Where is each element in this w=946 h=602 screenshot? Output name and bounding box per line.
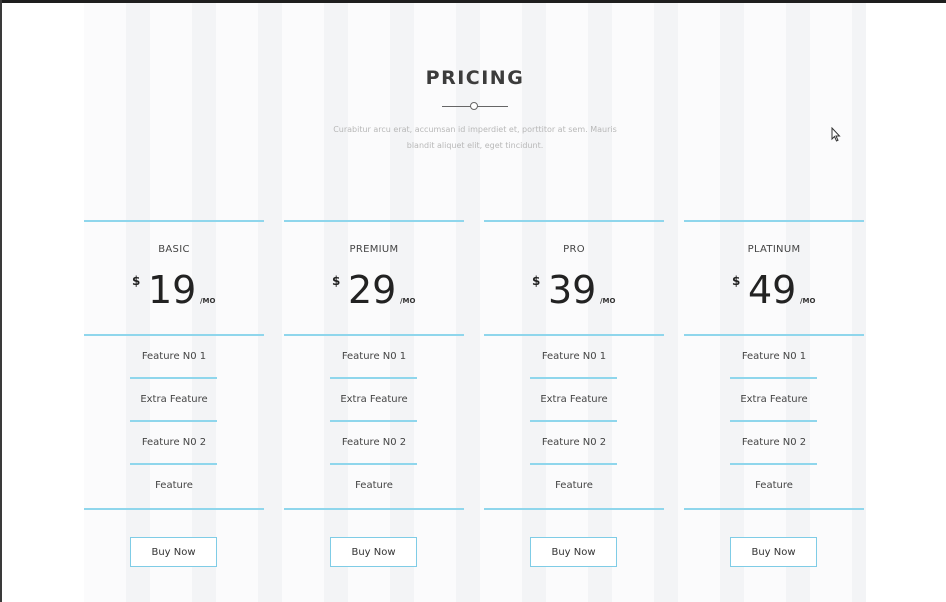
feature-list: Feature N0 1 Extra Feature Feature N0 2 … — [84, 336, 264, 508]
card-top-border — [84, 220, 264, 222]
feature-item: Feature — [684, 465, 864, 508]
feature-item: Feature N0 1 — [684, 336, 864, 379]
price-currency: $ — [732, 274, 741, 288]
feature-item: Extra Feature — [84, 379, 264, 422]
feature-item: Extra Feature — [284, 379, 464, 422]
feature-label: Feature N0 2 — [141, 437, 207, 448]
buy-now-button-premium[interactable]: Buy Now — [330, 537, 417, 567]
plan-price: $ 19 /MO — [84, 268, 264, 318]
plan-name: PLATINUM — [747, 244, 801, 255]
page-title: PRICING — [425, 67, 525, 89]
feature-label: Extra Feature — [540, 394, 608, 405]
card-bottom-border — [684, 508, 864, 510]
price-period: /MO — [400, 297, 416, 305]
plan-price: $ 39 /MO — [484, 268, 664, 318]
card-top-border — [484, 220, 664, 222]
mouse-pointer-icon — [831, 127, 841, 142]
pricing-page: PRICING Curabitur arcu erat, accumsan id… — [0, 0, 946, 602]
feature-label: Extra Feature — [140, 394, 208, 405]
price-amount: 19 — [148, 268, 197, 312]
feature-item: Feature — [84, 465, 264, 508]
feature-label: Feature N0 2 — [341, 437, 407, 448]
feature-label: Feature N0 1 — [141, 351, 207, 362]
price-period: /MO — [200, 297, 216, 305]
buy-now-button-platinum[interactable]: Buy Now — [730, 537, 817, 567]
feature-label: Feature N0 1 — [541, 351, 607, 362]
page-subtitle: Curabitur arcu erat, accumsan id imperdi… — [333, 125, 617, 150]
price-currency: $ — [332, 274, 341, 288]
feature-list: Feature N0 1 Extra Feature Feature N0 2 … — [484, 336, 664, 508]
feature-item: Feature N0 2 — [684, 422, 864, 465]
feature-item: Extra Feature — [684, 379, 864, 422]
feature-label: Extra Feature — [340, 394, 408, 405]
feature-list: Feature N0 1 Extra Feature Feature N0 2 … — [284, 336, 464, 508]
circle-divider-icon — [442, 100, 508, 112]
divider-dot — [470, 102, 478, 110]
feature-item: Feature — [284, 465, 464, 508]
feature-label: Feature N0 2 — [741, 437, 807, 448]
feature-item: Feature N0 1 — [284, 336, 464, 379]
feature-item: Feature N0 1 — [484, 336, 664, 379]
price-amount: 29 — [348, 268, 397, 312]
price-period: /MO — [600, 297, 616, 305]
feature-item: Feature N0 2 — [284, 422, 464, 465]
pricing-cards: BASIC $ 19 /MO Feature N0 1 Extra Featur… — [84, 220, 866, 590]
plan-name: BASIC — [158, 244, 190, 255]
feature-label: Feature N0 1 — [741, 351, 807, 362]
feature-item: Feature N0 2 — [484, 422, 664, 465]
feature-item: Extra Feature — [484, 379, 664, 422]
plan-name: PRO — [563, 244, 585, 255]
card-top-border — [684, 220, 864, 222]
feature-item: Feature N0 2 — [84, 422, 264, 465]
card-top-border — [284, 220, 464, 222]
feature-label: Feature N0 1 — [341, 351, 407, 362]
plan-card-premium: PREMIUM $ 29 /MO Feature N0 1 Extra Feat… — [284, 220, 464, 590]
feature-label: Feature — [755, 480, 793, 491]
plan-name: PREMIUM — [349, 244, 399, 255]
feature-label: Feature — [355, 480, 393, 491]
price-currency: $ — [132, 274, 141, 288]
card-bottom-border — [484, 508, 664, 510]
feature-label: Extra Feature — [740, 394, 808, 405]
price-period: /MO — [800, 297, 816, 305]
feature-label: Feature N0 2 — [541, 437, 607, 448]
price-amount: 49 — [748, 268, 797, 312]
plan-card-pro: PRO $ 39 /MO Feature N0 1 Extra Feature … — [484, 220, 664, 590]
feature-item: Feature N0 1 — [84, 336, 264, 379]
feature-item: Feature — [484, 465, 664, 508]
plan-card-basic: BASIC $ 19 /MO Feature N0 1 Extra Featur… — [84, 220, 264, 590]
buy-now-button-basic[interactable]: Buy Now — [130, 537, 217, 567]
price-amount: 39 — [548, 268, 597, 312]
card-bottom-border — [84, 508, 264, 510]
buy-now-button-pro[interactable]: Buy Now — [530, 537, 617, 567]
price-currency: $ — [532, 274, 541, 288]
plan-price: $ 29 /MO — [284, 268, 464, 318]
window-left-edge — [0, 0, 2, 602]
feature-label: Feature — [155, 480, 193, 491]
pricing-header: PRICING Curabitur arcu erat, accumsan id… — [84, 60, 866, 154]
plan-price: $ 49 /MO — [684, 268, 864, 318]
plan-card-platinum: PLATINUM $ 49 /MO Feature N0 1 Extra Fea… — [684, 220, 864, 590]
card-bottom-border — [284, 508, 464, 510]
feature-list: Feature N0 1 Extra Feature Feature N0 2 … — [684, 336, 864, 508]
feature-label: Feature — [555, 480, 593, 491]
